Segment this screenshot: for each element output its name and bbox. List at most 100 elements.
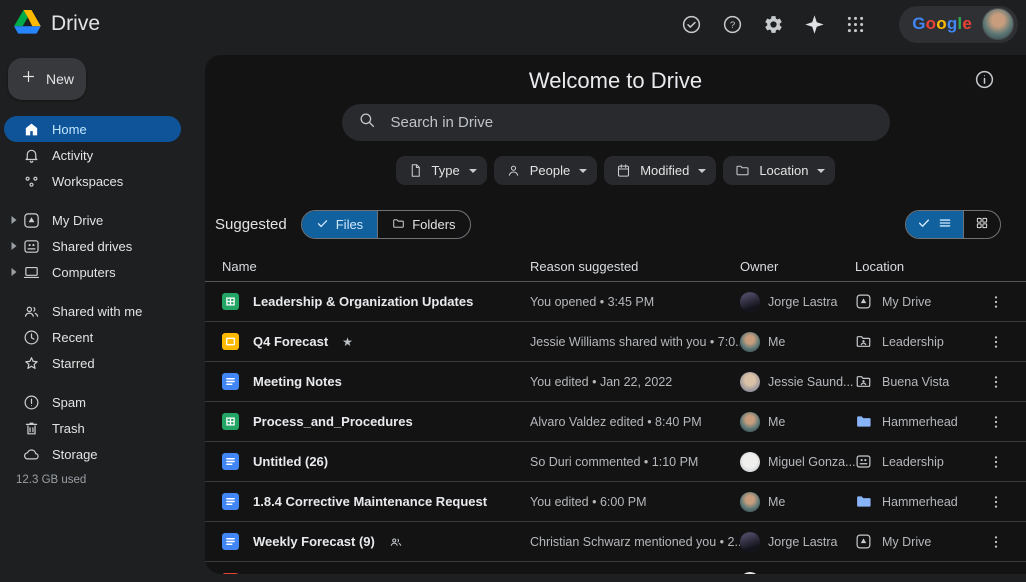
sidebar-item-storage[interactable]: Storage	[4, 441, 181, 467]
table-row[interactable]: Meeting NotesYou edited • Jan 22, 2022Je…	[205, 362, 1026, 402]
location-cell[interactable]: Leadership	[855, 453, 974, 470]
apps-grid-icon[interactable]	[844, 13, 866, 35]
expand-chevron-icon[interactable]	[8, 242, 20, 250]
expand-chevron-icon[interactable]	[8, 216, 20, 224]
file-name-cell: Process_and_Procedures	[222, 413, 530, 430]
location-cell[interactable]: My Drive	[855, 293, 974, 310]
row-more-actions-button[interactable]	[974, 294, 1018, 310]
location-cell[interactable]: Bellwood ...	[855, 573, 974, 574]
location-name: Leadership	[882, 455, 944, 469]
sidebar-item-label: Activity	[52, 148, 93, 163]
sidebar-item-shared-drives[interactable]: Shared drives	[4, 233, 181, 259]
sidebar-item-computers[interactable]: Computers	[4, 259, 181, 285]
filter-chip-people[interactable]: People	[494, 156, 597, 185]
page-title: Welcome to Drive	[205, 67, 1026, 95]
sidebar-group: Home Activity Workspaces	[0, 116, 205, 194]
docs-file-icon	[222, 533, 239, 550]
docs-file-icon	[222, 373, 239, 390]
filter-chip-type[interactable]: Type	[396, 156, 487, 185]
app-name: Drive	[51, 12, 100, 36]
table-row[interactable]: Weekly Forecast (9)Christian Schwarz men…	[205, 522, 1026, 562]
sidebar-item-spam[interactable]: Spam	[4, 389, 181, 415]
info-icon[interactable]	[974, 69, 996, 91]
drive-brand[interactable]: Drive	[14, 10, 100, 39]
files-toggle-option[interactable]: Files	[302, 211, 377, 238]
avatar	[740, 572, 760, 575]
expand-chevron-icon[interactable]	[8, 268, 20, 276]
filter-chip-modified[interactable]: Modified	[604, 156, 716, 185]
row-more-actions-button[interactable]	[974, 374, 1018, 390]
account-avatar[interactable]	[982, 8, 1014, 40]
shared-drives-icon	[22, 237, 40, 255]
owner-cell: Me	[740, 332, 855, 352]
folder-blue-icon	[855, 413, 872, 430]
chevron-down-icon	[698, 169, 706, 173]
row-more-actions-button[interactable]	[974, 454, 1018, 470]
location-cell[interactable]: Buena Vista	[855, 373, 974, 390]
list-view-option[interactable]	[906, 211, 963, 238]
location-filter-icon	[735, 163, 750, 178]
topbar-actions: ? Google	[680, 6, 1018, 43]
sidebar-item-home[interactable]: Home	[4, 116, 181, 142]
google-letter: o	[926, 14, 937, 33]
table-row[interactable]: Untitled (26)So Duri commented • 1:10 PM…	[205, 442, 1026, 482]
bell-icon	[22, 146, 40, 164]
sidebar-item-my-drive[interactable]: My Drive	[4, 207, 181, 233]
file-name-cell: Meeting Notes	[222, 373, 530, 390]
location-cell[interactable]: My Drive	[855, 533, 974, 550]
table-row[interactable]: IMS 1234 ...You edited • ...Miguel ...Be…	[205, 562, 1026, 574]
star-icon	[22, 354, 40, 372]
search-bar[interactable]	[342, 104, 890, 141]
offline-status-icon[interactable]	[680, 13, 702, 35]
filter-chip-label: Type	[432, 163, 460, 178]
table-row[interactable]: Leadership & Organization UpdatesYou ope…	[205, 282, 1026, 322]
column-header-owner[interactable]: Owner	[740, 259, 855, 274]
table-row[interactable]: 1.8.4 Corrective Maintenance RequestYou …	[205, 482, 1026, 522]
search-input[interactable]	[389, 113, 874, 132]
account-pill[interactable]: Google	[899, 6, 1018, 43]
file-name: 1.8.4 Corrective Maintenance Request	[253, 494, 487, 509]
row-more-actions-button[interactable]	[974, 414, 1018, 430]
column-header-name[interactable]: Name	[222, 259, 530, 274]
laptop-icon	[22, 263, 40, 281]
folders-toggle-option[interactable]: Folders	[377, 211, 469, 238]
row-more-actions-button[interactable]	[974, 574, 1018, 575]
avatar	[740, 332, 760, 352]
sidebar-item-trash[interactable]: Trash	[4, 415, 181, 441]
folder-green-icon	[855, 573, 872, 574]
filter-chip-location[interactable]: Location	[723, 156, 835, 185]
trash-icon	[22, 419, 40, 437]
storage-used-label: 12.3 GB used	[16, 474, 205, 486]
files-option-label: Files	[336, 217, 363, 232]
owner-name: Miguel Gonza...	[768, 455, 855, 469]
column-header-reason[interactable]: Reason suggested	[530, 259, 740, 274]
location-cell[interactable]: Leadership	[855, 333, 974, 350]
owner-cell: Jorge Lastra	[740, 532, 855, 552]
sidebar-item-recent[interactable]: Recent	[4, 324, 181, 350]
gemini-sparkle-icon[interactable]	[803, 13, 825, 35]
new-button[interactable]: New	[8, 58, 86, 100]
column-header-location[interactable]: Location	[855, 259, 974, 274]
grid-view-option[interactable]	[963, 211, 1000, 238]
file-name-cell: IMS 1234 ...	[222, 573, 530, 574]
row-more-actions-button[interactable]	[974, 494, 1018, 510]
sidebar-item-starred[interactable]: Starred	[4, 350, 181, 376]
settings-icon[interactable]	[762, 13, 784, 35]
google-letter: o	[936, 14, 947, 33]
file-name-cell: 1.8.4 Corrective Maintenance Request	[222, 493, 530, 510]
location-cell[interactable]: Hammerhead	[855, 493, 974, 510]
owner-cell: Me	[740, 412, 855, 432]
location-cell[interactable]: Hammerhead	[855, 413, 974, 430]
table-row[interactable]: Q4 Forecast★Jessie Williams shared with …	[205, 322, 1026, 362]
sidebar-item-activity[interactable]: Activity	[4, 142, 181, 168]
table-row[interactable]: Process_and_ProceduresAlvaro Valdez edit…	[205, 402, 1026, 442]
location-name: My Drive	[882, 535, 931, 549]
help-icon[interactable]: ?	[721, 13, 743, 35]
file-name-cell: Weekly Forecast (9)	[222, 533, 530, 550]
folder-person-icon	[855, 333, 872, 350]
row-more-actions-button[interactable]	[974, 534, 1018, 550]
location-name: Buena Vista	[882, 375, 949, 389]
sidebar-item-workspaces[interactable]: Workspaces	[4, 168, 181, 194]
row-more-actions-button[interactable]	[974, 334, 1018, 350]
sidebar-item-shared-with-me[interactable]: Shared with me	[4, 298, 181, 324]
